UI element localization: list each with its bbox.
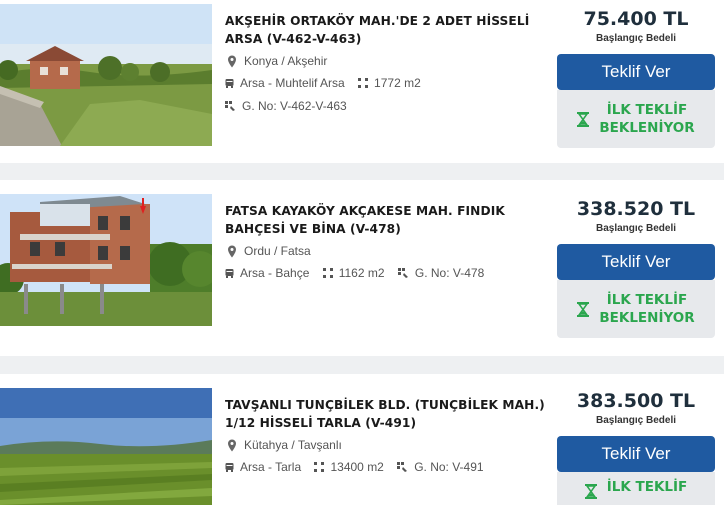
listing-photo[interactable] — [0, 194, 212, 326]
hourglass-icon — [584, 484, 597, 499]
status-badge: İLK TEKLİF BEKLENİYOR — [557, 90, 715, 148]
listing-price: 338.520 TL — [576, 198, 696, 220]
hourglass-icon — [577, 301, 590, 317]
area-icon — [314, 462, 325, 472]
status-badge: İLK TEKLİF — [557, 472, 715, 505]
listing-photo[interactable] — [0, 388, 212, 505]
price-label: Başlangıç Bedeli — [595, 33, 677, 44]
status-badge: İLK TEKLİF BEKLENİYOR — [557, 280, 715, 338]
listing-area: 1772 m2 — [374, 76, 421, 90]
land-icon — [225, 269, 234, 278]
price-label: Başlangıç Bedeli — [595, 223, 677, 234]
listing-category: Arsa - Bahçe — [240, 266, 310, 280]
make-offer-button[interactable]: Teklif Ver — [557, 436, 715, 472]
listing-location: Ordu / Fatsa — [244, 244, 311, 258]
land-icon — [225, 79, 234, 88]
listing-category: Arsa - Tarla — [240, 460, 302, 474]
map-pin-icon — [228, 439, 236, 451]
parcel-icon — [397, 462, 408, 472]
parcel-icon — [397, 268, 408, 278]
land-icon — [225, 463, 234, 472]
listing-location: Konya / Akşehir — [244, 54, 328, 68]
listing-lot-number: G. No: V-462-V-463 — [242, 99, 347, 113]
status-text: İLK TEKLİF — [606, 479, 688, 495]
status-text: İLK TEKLİF BEKLENİYOR — [599, 292, 695, 326]
area-icon — [358, 78, 369, 88]
area-icon — [322, 268, 333, 278]
map-pin-icon — [228, 245, 236, 257]
listing-title[interactable]: TAVŞANLI TUNÇBİLEK BLD. (TUNÇBİLEK MAH.)… — [225, 396, 545, 432]
listing-title[interactable]: AKŞEHİR ORTAKÖY MAH.'DE 2 ADET HİSSELİ A… — [225, 12, 545, 48]
parcel-icon — [225, 101, 235, 111]
listing-price: 383.500 TL — [576, 390, 696, 412]
listing-location: Kütahya / Tavşanlı — [244, 438, 342, 452]
hourglass-icon — [577, 111, 590, 127]
listing-card: AKŞEHİR ORTAKÖY MAH.'DE 2 ADET HİSSELİ A… — [0, 0, 724, 163]
listing-photo[interactable] — [0, 4, 212, 146]
listing-area: 1162 m2 — [338, 266, 385, 280]
listing-title[interactable]: FATSA KAYAKÖY AKÇAKESE MAH. FINDIK BAHÇE… — [225, 202, 545, 238]
make-offer-button[interactable]: Teklif Ver — [557, 244, 715, 280]
listing-card: TAVŞANLI TUNÇBİLEK BLD. (TUNÇBİLEK MAH.)… — [0, 374, 724, 505]
listing-lot-number: G. No: V-478 — [414, 266, 485, 280]
price-label: Başlangıç Bedeli — [595, 415, 677, 426]
listing-area: 13400 m2 — [330, 460, 384, 474]
listing-card: FATSA KAYAKÖY AKÇAKESE MAH. FINDIK BAHÇE… — [0, 180, 724, 356]
listing-category: Arsa - Muhtelif Arsa — [240, 76, 345, 90]
map-pin-icon — [228, 55, 236, 67]
listing-lot-number: G. No: V-491 — [414, 460, 484, 474]
make-offer-button[interactable]: Teklif Ver — [557, 54, 715, 90]
listing-price: 75.400 TL — [583, 8, 689, 30]
status-text: İLK TEKLİF BEKLENİYOR — [599, 102, 695, 136]
